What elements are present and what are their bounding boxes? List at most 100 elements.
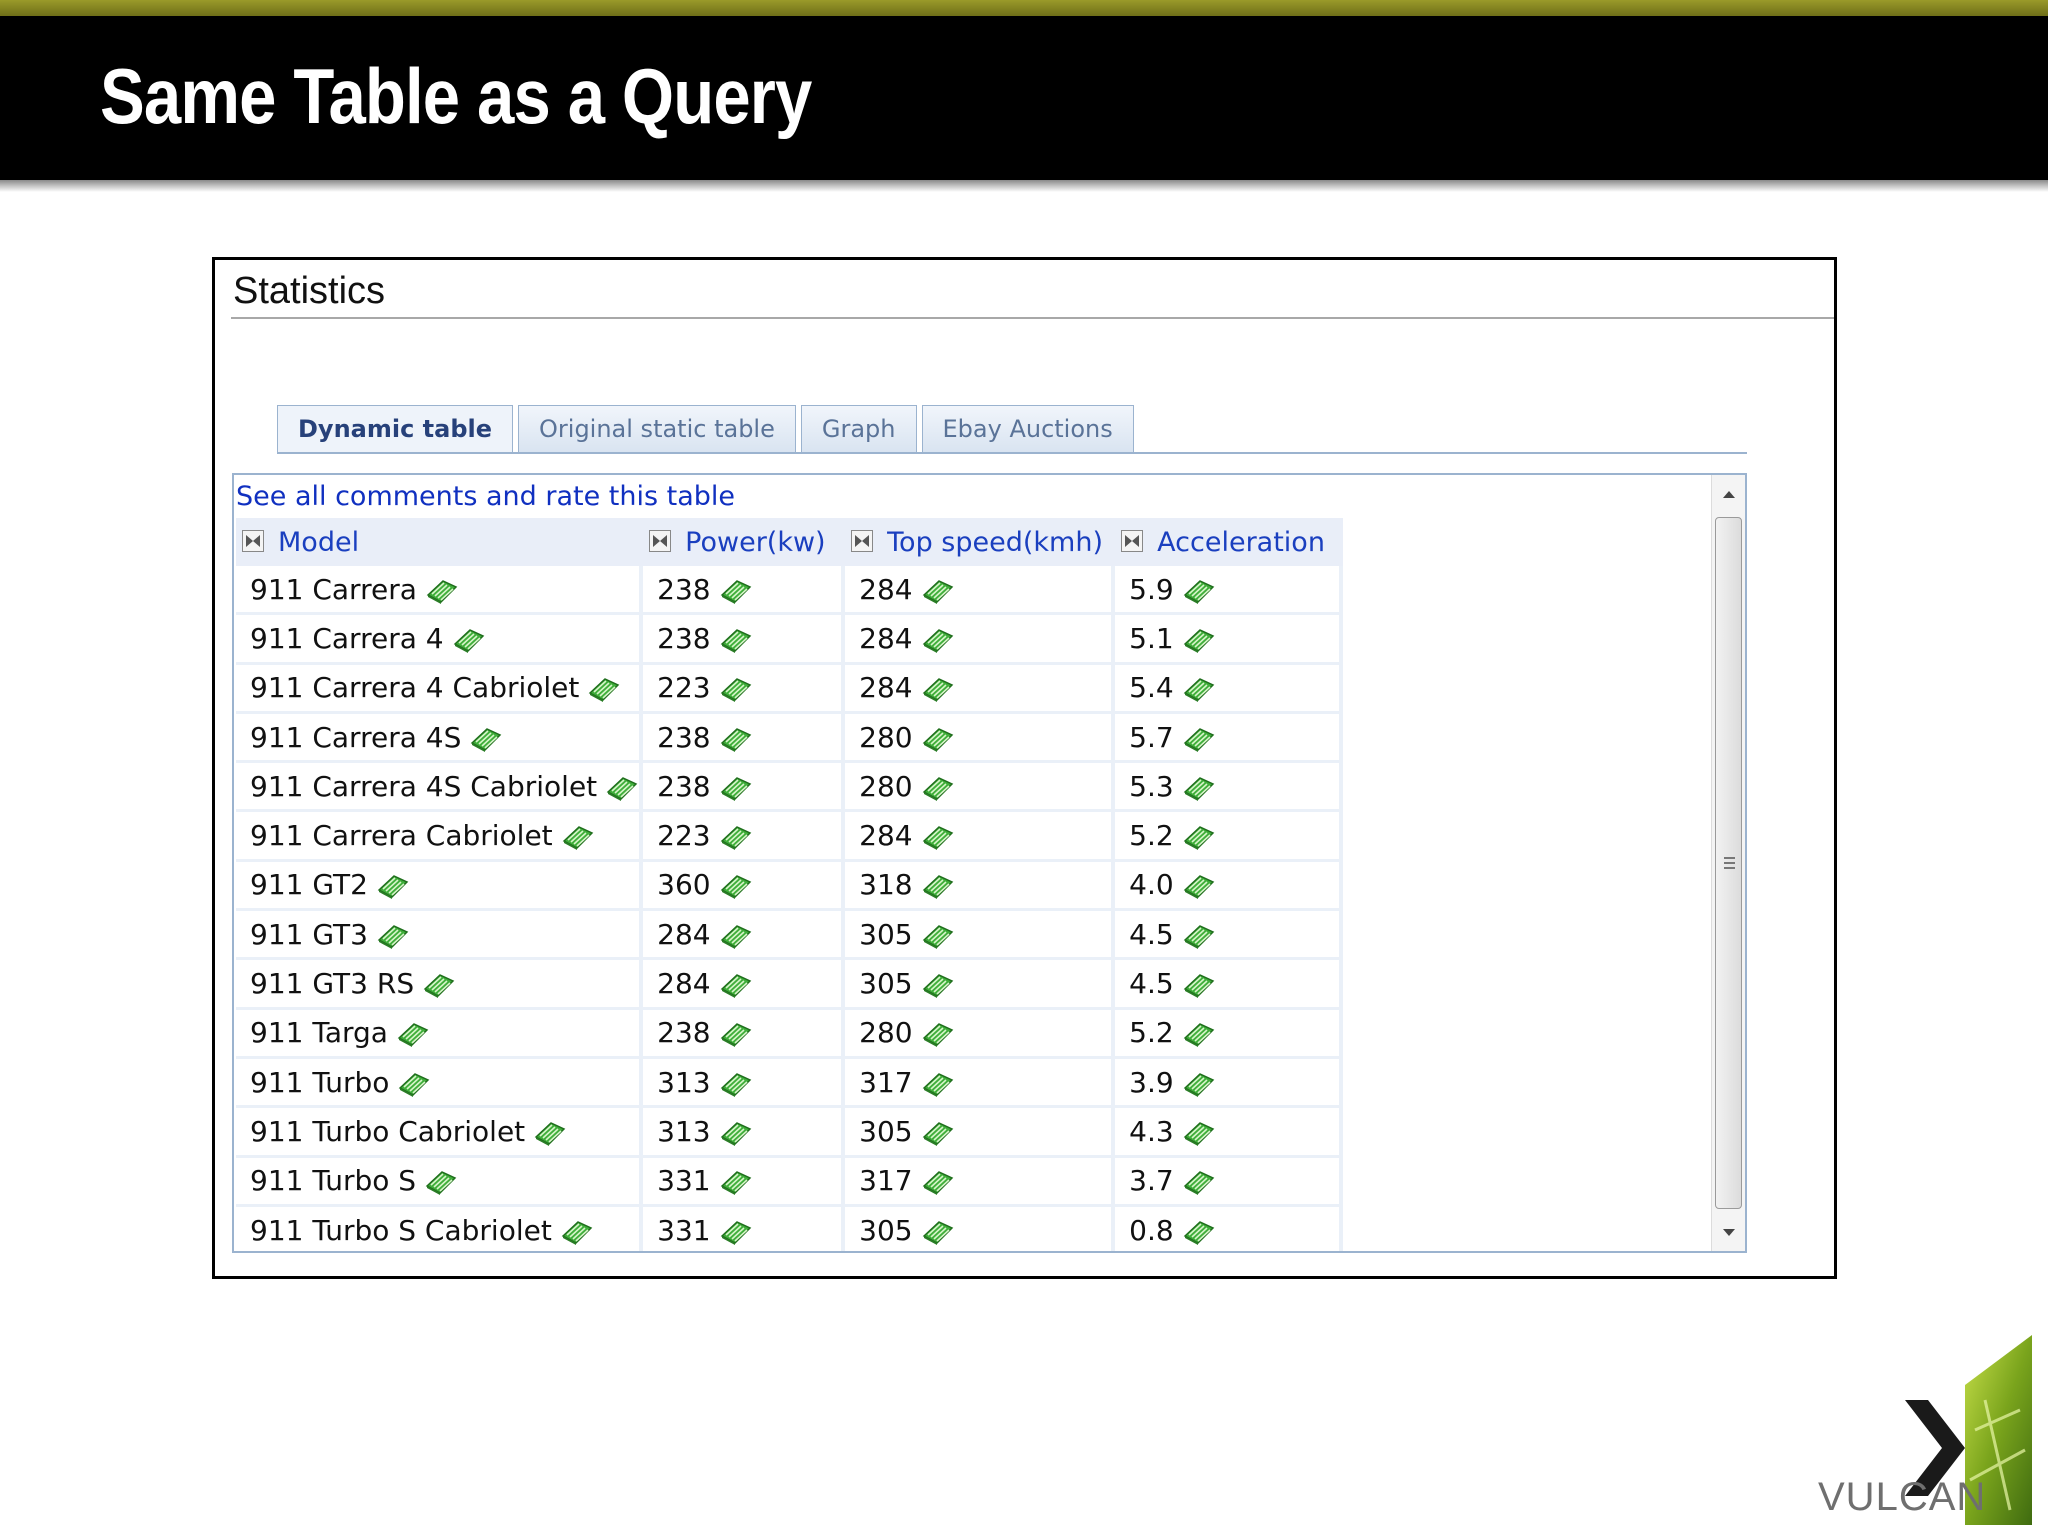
- comment-icon[interactable]: [469, 723, 503, 753]
- comment-icon[interactable]: [921, 575, 955, 605]
- comment-icon[interactable]: [921, 1068, 955, 1098]
- cell-acceleration: 5.2: [1115, 812, 1344, 862]
- comment-icon[interactable]: [1182, 723, 1216, 753]
- tab-graph[interactable]: Graph: [800, 405, 917, 452]
- tab-bar: Dynamic table Original static table Grap…: [277, 405, 1134, 452]
- comment-icon[interactable]: [719, 821, 753, 851]
- comment-icon[interactable]: [921, 969, 955, 999]
- sort-icon[interactable]: [851, 530, 874, 552]
- cell-value: 305: [859, 1114, 913, 1148]
- sort-icon[interactable]: [1121, 530, 1144, 552]
- cell-acceleration: 4.0: [1115, 861, 1344, 912]
- comment-icon[interactable]: [397, 1068, 431, 1098]
- comment-icon[interactable]: [921, 673, 955, 703]
- cell-value: 284: [859, 671, 913, 705]
- table-body: 911 Carrera 238 284 5.9 911 Carrera 4 238 284 5…: [236, 566, 1344, 1251]
- comment-icon[interactable]: [561, 821, 595, 851]
- cell-acceleration: 5.3: [1115, 763, 1344, 813]
- comment-icon[interactable]: [719, 1018, 753, 1048]
- tab-bar-underline: [277, 452, 1747, 454]
- cell-power: 284: [643, 960, 846, 1010]
- comment-icon[interactable]: [921, 920, 955, 950]
- comment-icon[interactable]: [921, 1018, 955, 1048]
- comment-icon[interactable]: [376, 870, 410, 900]
- comment-icon[interactable]: [719, 920, 753, 950]
- comment-icon[interactable]: [1182, 1216, 1216, 1246]
- comment-icon[interactable]: [422, 969, 456, 999]
- comment-icon[interactable]: [719, 969, 753, 999]
- comment-icon[interactable]: [424, 1166, 458, 1196]
- comment-icon[interactable]: [921, 772, 955, 802]
- comment-icon[interactable]: [1182, 870, 1216, 900]
- cell-top-speed: 284: [845, 615, 1116, 665]
- tab-ebay-auctions[interactable]: Ebay Auctions: [921, 405, 1134, 452]
- cell-value: 911 Turbo S Cabriolet: [250, 1213, 552, 1247]
- comment-icon[interactable]: [921, 821, 955, 851]
- cell-value: 0.8: [1129, 1213, 1174, 1247]
- comment-icon[interactable]: [533, 1117, 567, 1147]
- comment-icon[interactable]: [1182, 920, 1216, 950]
- comment-icon[interactable]: [719, 870, 753, 900]
- comment-icon[interactable]: [560, 1216, 594, 1246]
- comment-icon[interactable]: [1182, 821, 1216, 851]
- sort-icon[interactable]: [649, 530, 672, 552]
- cell-model: 911 Turbo S Cabriolet: [236, 1206, 644, 1251]
- tab-original-static-table[interactable]: Original static table: [518, 405, 796, 452]
- title-divider: [231, 317, 1834, 319]
- comment-icon[interactable]: [719, 673, 753, 703]
- column-header-top-speed[interactable]: Top speed(kmh): [845, 518, 1116, 566]
- tab-dynamic-table[interactable]: Dynamic table: [277, 405, 514, 452]
- comment-icon[interactable]: [1182, 969, 1216, 999]
- cell-value: 317: [859, 1065, 913, 1099]
- comment-icon[interactable]: [921, 870, 955, 900]
- comment-icon[interactable]: [1182, 624, 1216, 654]
- sort-icon[interactable]: [242, 530, 264, 552]
- comment-icon[interactable]: [719, 1216, 753, 1246]
- table-row: 911 GT2 360 318 4.0: [236, 861, 1344, 912]
- comment-icon[interactable]: [396, 1018, 430, 1048]
- comment-icon[interactable]: [719, 772, 753, 802]
- cell-model: 911 Turbo Cabriolet: [236, 1108, 644, 1158]
- column-header-label: Acceleration: [1157, 526, 1325, 558]
- column-header-power[interactable]: Power(kw): [643, 518, 846, 566]
- comment-icon[interactable]: [376, 920, 410, 950]
- comment-icon[interactable]: [1182, 772, 1216, 802]
- comment-icon[interactable]: [719, 1117, 753, 1147]
- comment-icon[interactable]: [921, 1216, 955, 1246]
- comment-icon[interactable]: [605, 772, 639, 802]
- cell-top-speed: 280: [845, 1009, 1116, 1059]
- comment-icon[interactable]: [1182, 575, 1216, 605]
- comment-icon[interactable]: [719, 723, 753, 753]
- comment-icon[interactable]: [719, 624, 753, 654]
- vertical-scrollbar[interactable]: [1711, 475, 1745, 1251]
- cell-value: 313: [657, 1114, 711, 1148]
- comment-icon[interactable]: [1182, 1117, 1216, 1147]
- comment-icon[interactable]: [719, 1068, 753, 1098]
- scroll-up-arrow-icon[interactable]: [1712, 475, 1745, 513]
- comment-icon[interactable]: [719, 1166, 753, 1196]
- comment-icon[interactable]: [452, 624, 486, 654]
- cell-power: 238: [643, 1009, 846, 1059]
- comment-icon[interactable]: [587, 673, 621, 703]
- comment-icon[interactable]: [921, 1166, 955, 1196]
- table-row: 911 Carrera 4S Cabriolet 238 280 5.3: [236, 763, 1344, 813]
- cell-acceleration: 5.2: [1115, 1009, 1344, 1059]
- comment-icon[interactable]: [719, 575, 753, 605]
- cell-top-speed: 305: [845, 960, 1116, 1010]
- column-header-acceleration[interactable]: Acceleration: [1115, 518, 1344, 566]
- cell-top-speed: 317: [845, 1058, 1116, 1109]
- scroll-down-arrow-icon[interactable]: [1712, 1213, 1745, 1251]
- scroll-thumb[interactable]: [1715, 517, 1742, 1209]
- comment-icon[interactable]: [1182, 673, 1216, 703]
- comment-icon[interactable]: [921, 1117, 955, 1147]
- cell-value: 280: [859, 720, 913, 754]
- comment-icon[interactable]: [921, 723, 955, 753]
- cell-model: 911 GT3: [236, 911, 644, 961]
- comment-icon[interactable]: [425, 575, 459, 605]
- comments-link[interactable]: See all comments and rate this table: [236, 481, 735, 512]
- column-header-model[interactable]: Model: [236, 518, 644, 566]
- comment-icon[interactable]: [1182, 1068, 1216, 1098]
- comment-icon[interactable]: [1182, 1018, 1216, 1048]
- comment-icon[interactable]: [1182, 1166, 1216, 1196]
- comment-icon[interactable]: [921, 624, 955, 654]
